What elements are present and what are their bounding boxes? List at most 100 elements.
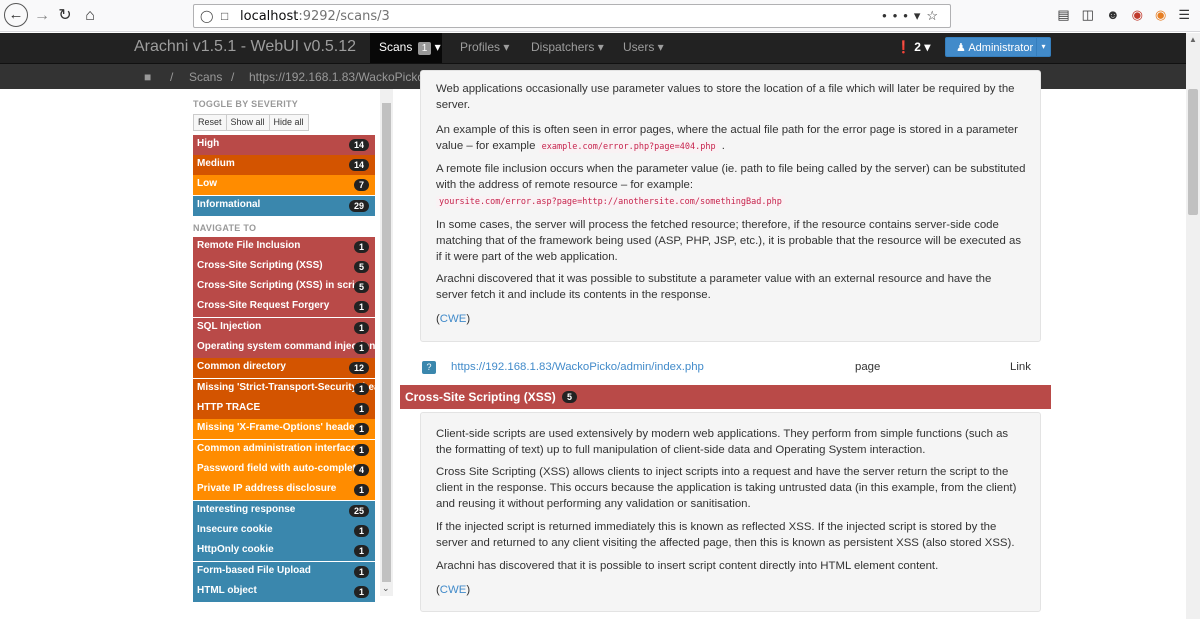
description-paragraph: Arachni discovered that it was possible … xyxy=(436,273,992,301)
breadcrumb-scans[interactable]: Scans xyxy=(189,70,222,84)
reload-icon[interactable]: ↻ xyxy=(54,5,76,27)
user-menu-button[interactable]: ♟ Administrator ▾ xyxy=(945,37,1051,57)
issue-label: Cross-Site Scripting (XSS) in script xyxy=(197,280,365,291)
url-path: :9292/scans/3 xyxy=(298,9,390,24)
description-paragraph: Client-side scripts are used extensively… xyxy=(436,428,1009,456)
issue-header[interactable]: Cross-Site Scripting (XSS) 5 xyxy=(400,385,1051,409)
issue-count: 12 xyxy=(348,362,369,374)
account-icon[interactable]: ☻ xyxy=(1106,7,1120,22)
cwe-link[interactable]: CWE xyxy=(440,584,467,596)
description-paragraph: A remote file inclusion occurs when the … xyxy=(436,163,1026,191)
info-icon[interactable]: ? xyxy=(422,361,436,374)
severity-high[interactable]: High 14 xyxy=(193,135,375,155)
more-actions-icon[interactable]: ••• xyxy=(882,8,914,23)
issue-link[interactable]: Cross-Site Scripting (XSS) 5 xyxy=(193,257,375,277)
cwe-link[interactable]: CWE xyxy=(440,313,467,325)
issue-label: HTML object xyxy=(197,585,257,596)
ublock-icon[interactable]: ◉ xyxy=(1132,7,1143,22)
issue-count: 1 xyxy=(353,545,369,557)
issue-label: Remote File Inclusion xyxy=(197,240,301,251)
issue-label: Insecure cookie xyxy=(197,524,273,535)
sidebar-icon[interactable]: ◫ xyxy=(1082,7,1094,22)
issue-link[interactable]: Missing 'Strict-Transport-Security' head… xyxy=(193,379,375,399)
issue-count: 1 xyxy=(353,383,369,395)
forward-arrow-icon[interactable]: → xyxy=(31,5,53,27)
issue-link[interactable]: Common directory 12 xyxy=(193,358,375,378)
extension-icon[interactable]: ◉ xyxy=(1155,7,1166,22)
page-scrollbar[interactable]: ▲ xyxy=(1186,33,1200,619)
chevron-down-icon[interactable]: ▾ xyxy=(1036,38,1050,56)
page-info-icon[interactable]: □ xyxy=(221,9,228,23)
issue-link[interactable]: Cross-Site Request Forgery 1 xyxy=(193,297,375,317)
show-all-button[interactable]: Show all xyxy=(226,114,270,131)
severity-count: 14 xyxy=(348,159,369,171)
sidebar-scrollbar[interactable]: ⌄ xyxy=(380,89,393,596)
vector-type: Link xyxy=(1010,361,1031,373)
severity-count: 14 xyxy=(348,139,369,151)
breadcrumb-target[interactable]: https://192.168.1.83/WackoPicko/ xyxy=(249,70,427,84)
scroll-down-icon[interactable]: ⌄ xyxy=(382,583,390,594)
app-brand[interactable]: Arachni v1.5.1 - WebUI v0.5.12 xyxy=(134,38,356,56)
issue-count: 1 xyxy=(353,444,369,456)
bookmark-star-icon[interactable]: ☆ xyxy=(926,8,944,23)
scrollbar-thumb[interactable] xyxy=(382,103,391,582)
nav-dispatchers[interactable]: Dispatchers ▾ xyxy=(531,40,604,54)
issues-sidebar: TOGGLE BY SEVERITY Reset Show all Hide a… xyxy=(193,89,393,619)
nav-profiles[interactable]: Profiles ▾ xyxy=(460,40,509,54)
shield-icon[interactable]: ◯ xyxy=(200,9,213,23)
issue-link[interactable]: Password field with auto-complete 4 xyxy=(193,460,375,480)
issue-count: 5 xyxy=(353,281,369,293)
navigate-to-title: NAVIGATE TO xyxy=(193,223,257,233)
nav-users[interactable]: Users ▾ xyxy=(623,40,664,54)
issue-label: Form-based File Upload xyxy=(197,565,311,576)
issue-label: Operating system command injection xyxy=(197,341,375,352)
menu-icon[interactable]: ☰ xyxy=(1178,7,1190,22)
cwe-paren: ) xyxy=(466,313,471,325)
user-icon: ♟ xyxy=(956,42,966,54)
severity-low[interactable]: Low 7 xyxy=(193,175,375,195)
issue-link[interactable]: Interesting response 25 xyxy=(193,501,375,521)
issue-link[interactable]: HTML object 1 xyxy=(193,582,375,602)
issue-link[interactable]: HTTP TRACE 1 xyxy=(193,399,375,419)
reset-button[interactable]: Reset xyxy=(193,114,227,131)
paragraph-text: . xyxy=(721,140,725,152)
issue-link[interactable]: Common administration interface 1 xyxy=(193,440,375,460)
home-icon[interactable]: ■ xyxy=(144,70,151,84)
issue-label: Common directory xyxy=(197,361,286,372)
issue-link[interactable]: HttpOnly cookie 1 xyxy=(193,541,375,561)
hide-all-button[interactable]: Hide all xyxy=(269,114,309,131)
scroll-up-icon[interactable]: ▲ xyxy=(1189,35,1197,44)
issue-count: 1 xyxy=(353,586,369,598)
issue-link[interactable]: Cross-Site Scripting (XSS) in script 5 xyxy=(193,277,375,297)
severity-informational[interactable]: Informational 29 xyxy=(193,196,375,216)
issue-link[interactable]: Operating system command injection 1 xyxy=(193,338,375,358)
back-arrow-icon[interactable]: ← xyxy=(4,3,28,27)
toggle-severity-title: TOGGLE BY SEVERITY xyxy=(193,99,299,109)
url-bar[interactable]: ◯ □ localhost:9292/scans/3 •••▾☆ xyxy=(193,4,951,28)
cwe-paren: ) xyxy=(466,584,471,596)
severity-medium[interactable]: Medium 14 xyxy=(193,155,375,175)
issue-label: Cross-Site Scripting (XSS) xyxy=(197,260,323,271)
code-line: yoursite.com/error.asp?page=http://anoth… xyxy=(436,193,1026,210)
issue-link[interactable]: Insecure cookie 1 xyxy=(193,521,375,541)
url-host: localhost xyxy=(240,9,299,24)
issue-link[interactable]: Private IP address disclosure 1 xyxy=(193,480,375,500)
issue-label: Missing 'X-Frame-Options' header xyxy=(197,422,359,433)
issue-link[interactable]: Form-based File Upload 1 xyxy=(193,562,375,582)
pocket-icon[interactable]: ▾ xyxy=(914,8,927,23)
severity-toggle-buttons: Reset Show all Hide all xyxy=(193,114,309,131)
home-icon[interactable]: ⌂ xyxy=(79,5,101,27)
vector-url-link[interactable]: https://192.168.1.83/WackoPicko/admin/in… xyxy=(451,361,704,373)
issue-link[interactable]: Missing 'X-Frame-Options' header 1 xyxy=(193,419,375,439)
issue-label: Missing 'Strict-Transport-Security' head… xyxy=(197,382,375,393)
cwe-reference: (CWE) xyxy=(436,311,1026,327)
url-actions: •••▾☆ xyxy=(882,8,944,24)
severity-label: Informational xyxy=(197,199,261,210)
nav-scans[interactable]: Scans 1 ▾ xyxy=(370,33,442,63)
library-icon[interactable]: ▤ xyxy=(1057,7,1069,22)
issue-link[interactable]: SQL Injection 1 xyxy=(193,318,375,338)
issue-link[interactable]: Remote File Inclusion 1 xyxy=(193,237,375,257)
nav-notifications[interactable]: ❗ 2 ▾ xyxy=(896,40,930,54)
url-text[interactable]: localhost:9292/scans/3 xyxy=(240,9,390,24)
scrollbar-thumb[interactable] xyxy=(1188,89,1198,215)
